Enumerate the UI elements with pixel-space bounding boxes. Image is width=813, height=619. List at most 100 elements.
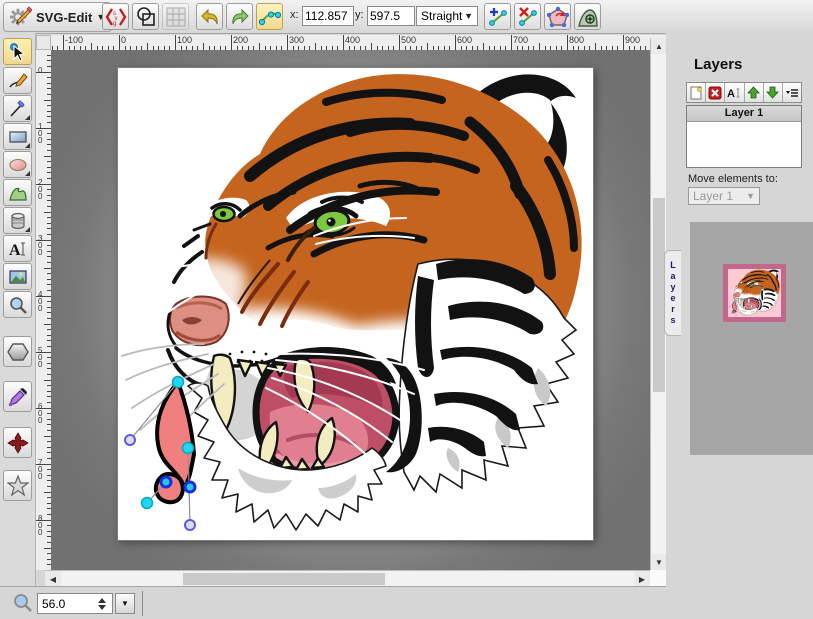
segment-type-caret-icon: ▼ bbox=[464, 11, 473, 21]
ruler-label: 400 bbox=[345, 36, 360, 45]
add-subpath-button[interactable] bbox=[574, 3, 601, 30]
move-elements-select[interactable]: Layer 1 ▼ bbox=[688, 187, 760, 205]
add-node-icon bbox=[487, 6, 509, 28]
canvas-thumbnail[interactable] bbox=[723, 264, 786, 322]
open-close-path-button[interactable] bbox=[544, 3, 571, 30]
tool-zoom[interactable] bbox=[3, 291, 32, 318]
tool-path[interactable] bbox=[3, 179, 32, 206]
zoom-magnifier-icon bbox=[12, 592, 34, 614]
segment-type-value: Straight bbox=[421, 9, 462, 23]
main-menu-button[interactable]: SVG-Edit ▼ bbox=[3, 2, 112, 32]
ruler-label: 6 0 0 bbox=[38, 403, 42, 424]
svg-edit-logo-icon bbox=[10, 6, 32, 28]
grid-snap-button[interactable] bbox=[162, 3, 189, 30]
wireframe-mode-button[interactable] bbox=[132, 3, 159, 30]
thumbnail-scene bbox=[728, 269, 781, 317]
ruler-tick bbox=[44, 100, 51, 101]
layer-buttons-row: A bbox=[686, 82, 802, 103]
layers-panel: Layers A bbox=[666, 33, 813, 619]
x-coordinate-input[interactable] bbox=[302, 6, 354, 26]
ellipse-tool-icon bbox=[8, 155, 28, 175]
tool-pencil[interactable] bbox=[3, 67, 32, 94]
tool-text[interactable]: A bbox=[3, 235, 32, 262]
ruler-tick bbox=[44, 380, 51, 381]
layer-list[interactable]: Layer 1 bbox=[686, 105, 802, 168]
ruler-corner bbox=[36, 35, 51, 50]
tool-cross-shape[interactable] bbox=[3, 427, 32, 458]
tool-shape-library[interactable] bbox=[3, 207, 32, 234]
canvas-workspace[interactable] bbox=[51, 50, 650, 570]
horizontal-scroll-thumb[interactable] bbox=[183, 573, 385, 585]
zoom-spinner-icon[interactable] bbox=[98, 598, 106, 610]
y-coordinate-label: y: bbox=[355, 9, 364, 21]
ruler-tick bbox=[455, 35, 456, 50]
horizontal-scrollbar[interactable]: ◀ ▶ bbox=[45, 570, 650, 586]
ruler-tick bbox=[567, 35, 568, 50]
add-node-button[interactable] bbox=[484, 3, 511, 30]
tool-select[interactable] bbox=[3, 38, 32, 65]
zoom-preset-dropdown[interactable]: ▼ bbox=[115, 593, 135, 614]
tool-eyedropper[interactable] bbox=[3, 381, 32, 412]
tool-polygon[interactable] bbox=[3, 336, 32, 367]
new-layer-button[interactable] bbox=[687, 83, 706, 102]
redo-button[interactable] bbox=[226, 3, 253, 30]
ruler-tick bbox=[44, 436, 51, 437]
drawing-scene[interactable] bbox=[118, 68, 593, 540]
new-layer-icon bbox=[690, 86, 703, 100]
ruler-label: 1 0 0 bbox=[38, 123, 42, 144]
delete-node-button[interactable] bbox=[514, 3, 541, 30]
ruler-label: 4 0 0 bbox=[38, 291, 42, 312]
tool-ellipse[interactable] bbox=[3, 151, 32, 178]
move-elements-label: Move elements to: bbox=[688, 173, 778, 185]
layers-handle-label: Layers bbox=[668, 260, 678, 326]
scroll-up-button[interactable]: ▲ bbox=[651, 38, 667, 54]
ruler-label: 8 0 0 bbox=[38, 515, 42, 536]
open-close-path-icon bbox=[547, 6, 569, 28]
tool-star[interactable] bbox=[3, 470, 32, 501]
ruler-label: 800 bbox=[569, 36, 584, 45]
svg-text:A: A bbox=[727, 88, 735, 100]
ruler-label: 0 bbox=[38, 67, 42, 74]
x-coordinate-label: x: bbox=[290, 9, 299, 21]
tool-rectangle[interactable] bbox=[3, 123, 32, 150]
delete-layer-button[interactable] bbox=[706, 83, 725, 102]
ruler-tick bbox=[119, 35, 120, 50]
scroll-left-button[interactable]: ◀ bbox=[45, 571, 61, 587]
move-layer-down-button[interactable] bbox=[764, 83, 783, 102]
undo-button[interactable] bbox=[196, 3, 223, 30]
layers-panel-collapse-handle[interactable]: Layers bbox=[664, 250, 681, 336]
y-coordinate-input[interactable] bbox=[367, 6, 415, 26]
zoom-spinbox[interactable] bbox=[37, 593, 113, 614]
ruler-tick bbox=[483, 43, 484, 50]
svg-canvas[interactable] bbox=[118, 68, 593, 540]
zoom-value-input[interactable] bbox=[38, 596, 92, 612]
tool-image[interactable] bbox=[3, 263, 32, 290]
layer-list-header[interactable]: Layer 1 bbox=[687, 106, 801, 122]
rename-layer-button[interactable]: A bbox=[725, 83, 744, 102]
star-shape-icon bbox=[7, 475, 29, 497]
ruler-label: 7 0 0 bbox=[38, 459, 42, 480]
ruler-tick bbox=[623, 35, 624, 50]
ruler-tick bbox=[44, 268, 51, 269]
ruler-tick bbox=[539, 43, 540, 50]
undo-icon bbox=[199, 6, 221, 28]
ruler-label: 700 bbox=[513, 36, 528, 45]
ruler-label: 5 0 0 bbox=[38, 347, 42, 368]
ruler-tick bbox=[287, 35, 288, 50]
scroll-down-button[interactable]: ▼ bbox=[651, 554, 667, 570]
ruler-label: 100 bbox=[177, 36, 192, 45]
ruler-tick bbox=[371, 43, 372, 50]
scroll-right-button[interactable]: ▶ bbox=[634, 571, 650, 587]
edit-source-button[interactable]: s v g bbox=[102, 3, 129, 30]
segment-type-select[interactable]: Straight ▼ bbox=[416, 6, 478, 26]
document-preview-area bbox=[690, 222, 813, 455]
link-control-points-toggle[interactable] bbox=[256, 3, 283, 30]
tool-line[interactable] bbox=[3, 95, 32, 122]
ruler-tick bbox=[427, 43, 428, 50]
wireframe-shapes-icon bbox=[135, 6, 157, 28]
ruler-tick bbox=[343, 35, 344, 50]
layer-list-menu-button[interactable] bbox=[783, 83, 801, 102]
ruler-tick bbox=[175, 35, 176, 50]
move-layer-up-button[interactable] bbox=[745, 83, 764, 102]
move-elements-value: Layer 1 bbox=[693, 189, 733, 203]
